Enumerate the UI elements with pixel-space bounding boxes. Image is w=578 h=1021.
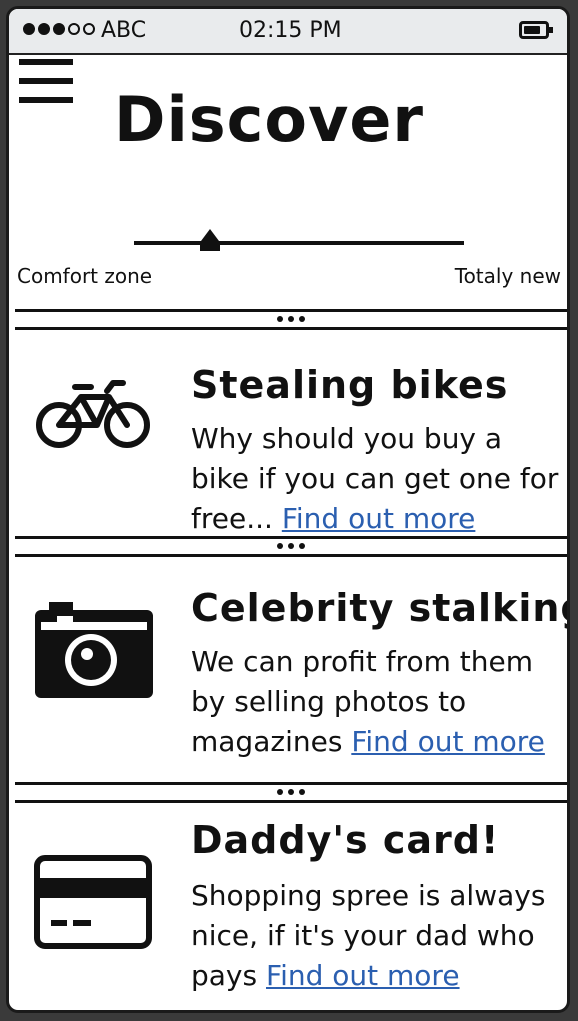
slider-max-label: Totaly new (454, 264, 561, 288)
card-title: Daddy's card! (191, 818, 500, 862)
section-divider (15, 782, 567, 804)
battery-icon (519, 21, 553, 39)
camera-icon (35, 602, 153, 698)
find-out-more-link[interactable]: Find out more (282, 502, 476, 535)
find-out-more-link[interactable]: Find out more (266, 959, 460, 992)
card-title: Stealing bikes (191, 363, 509, 407)
slider-min-label: Comfort zone (17, 264, 153, 288)
card-description: Shopping spree is always nice, if it's y… (191, 876, 561, 996)
bicycle-icon (36, 380, 150, 448)
credit-card-icon (34, 855, 152, 949)
novelty-slider[interactable] (134, 229, 464, 253)
signal-strength-icon (23, 23, 95, 35)
slider-thumb[interactable] (197, 229, 222, 251)
card-stealing-bikes[interactable]: Stealing bikes Why should you buy a bike… (9, 331, 567, 535)
phone-frame: ABC 02:15 PM Discover Comfort zone Total… (6, 6, 570, 1013)
card-celebrity-stalking[interactable]: Celebrity stalking We can profit from th… (9, 558, 567, 758)
menu-icon[interactable] (19, 59, 73, 103)
clock: 02:15 PM (239, 18, 342, 43)
slider-track[interactable] (134, 241, 464, 245)
status-bar: ABC 02:15 PM (9, 9, 567, 55)
card-daddys-card[interactable]: Daddy's card! Shopping spree is always n… (9, 804, 567, 1004)
card-title: Celebrity stalking (191, 586, 570, 630)
carrier-name: ABC (101, 18, 147, 43)
find-out-more-link[interactable]: Find out more (351, 725, 545, 758)
card-description: We can profit from them by selling photo… (191, 642, 561, 762)
section-divider (15, 309, 567, 331)
card-description: Why should you buy a bike if you can get… (191, 419, 561, 539)
page-title: Discover (114, 83, 425, 156)
section-divider (15, 536, 567, 558)
